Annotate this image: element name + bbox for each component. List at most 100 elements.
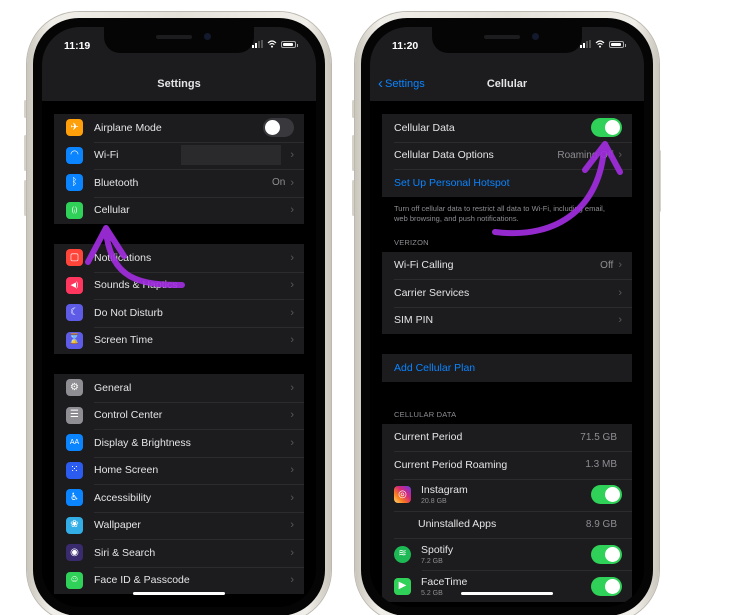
nav-bar: ‹ Settings Cellular	[370, 67, 644, 101]
carrier-row-carrier-services[interactable]: Carrier Services ›	[382, 279, 632, 307]
settings-group-connectivity: ✈ Airplane Mode ◠ Wi-Fi › ᛒ Bluetooth On › (ᵢ) Cel…	[54, 114, 304, 224]
settings-row-airplane-mode[interactable]: ✈ Airplane Mode	[54, 114, 304, 142]
notifications-icon: ▢	[66, 249, 83, 267]
settings-row-control-center[interactable]: ☰ Control Center ›	[54, 401, 304, 430]
row-label: Bluetooth	[94, 176, 139, 189]
row-value: 8.9 GB	[585, 518, 617, 530]
chevron-right-icon: ›	[290, 519, 294, 532]
row-label: Wi-Fi	[94, 149, 119, 162]
section-header-cellular-data: CELLULAR DATA	[394, 409, 457, 419]
row-label: Screen Time	[94, 334, 153, 347]
instagram-icon: ◎	[394, 486, 411, 503]
row-label: Cellular Data	[394, 121, 455, 134]
row-label: Display & Brightness	[94, 436, 191, 449]
settings-row-face-id-passcode[interactable]: ☺ Face ID & Passcode ›	[54, 566, 304, 595]
chevron-right-icon: ›	[618, 314, 622, 327]
siri-icon: ◉	[66, 544, 83, 562]
cellular-data-options-row[interactable]: Cellular Data Options Roaming Off ›	[382, 141, 632, 170]
settings-row-home-screen[interactable]: ⁙ Home Screen ›	[54, 456, 304, 485]
page-title: Cellular	[486, 78, 528, 90]
home-indicator[interactable]	[461, 592, 553, 595]
row-label: Home Screen	[94, 464, 159, 477]
chevron-right-icon: ›	[618, 286, 622, 299]
row-label: Control Center	[94, 409, 163, 422]
airplane-icon: ✈	[66, 119, 83, 137]
row-label: Wallpaper	[94, 519, 141, 532]
page-title: Settings	[157, 78, 201, 90]
back-button[interactable]: ‹ Settings	[378, 67, 425, 101]
cellular-group-main: Cellular Data Cellular Data Options Roam…	[382, 114, 632, 197]
row-label: Do Not Disturb	[94, 306, 163, 319]
settings-row-screen-time[interactable]: ⌛ Screen Time ›	[54, 326, 304, 355]
home-indicator[interactable]	[133, 592, 225, 595]
usage-row-uninstalled-apps: Uninstalled Apps 8.9 GB	[382, 510, 632, 539]
spotify-cellular-toggle[interactable]	[591, 544, 622, 564]
settings-row-wi-fi[interactable]: ◠ Wi-Fi ›	[54, 141, 304, 170]
cellular-data-toggle[interactable]	[591, 118, 622, 138]
app-name: Instagram	[421, 484, 468, 496]
chevron-right-icon: ›	[290, 436, 294, 449]
row-label: Airplane Mode	[94, 121, 162, 134]
chevron-right-icon: ›	[290, 204, 294, 217]
chevron-right-icon: ›	[290, 464, 294, 477]
row-label: Set Up Personal Hotspot	[394, 176, 510, 189]
app-name: FaceTime	[421, 575, 468, 588]
chevron-right-icon: ›	[618, 149, 622, 162]
row-label: Face ID & Passcode	[94, 574, 190, 587]
row-label: Current Period Roaming	[394, 458, 508, 471]
chevron-right-icon: ›	[290, 149, 294, 162]
settings-row-cellular[interactable]: (ᵢ) Cellular ›	[54, 196, 304, 225]
left-phone: 11:19 Settings ✈ Airplane Mode ◠ Wi-Fi ›…	[27, 12, 331, 615]
settings-row-display-brightness[interactable]: AA Display & Brightness ›	[54, 429, 304, 457]
row-label: Siri & Search	[94, 546, 156, 559]
wifi-status-icon	[595, 40, 605, 48]
row-label: Sounds & Haptics	[94, 279, 178, 292]
row-label: Current Period	[394, 431, 463, 444]
redacted-wifi-name	[181, 145, 282, 166]
add-cellular-plan-link[interactable]: Add Cellular Plan	[382, 354, 632, 382]
app-name: Spotify	[421, 543, 454, 556]
settings-row-siri-search[interactable]: ◉ Siri & Search ›	[54, 539, 304, 567]
battery-icon	[281, 40, 298, 48]
app-usage-row-facetime: ▶ FaceTime 5.2 GB	[382, 570, 632, 602]
right-phone: 11:20 ‹ Settings Cellular Cellular Data …	[355, 12, 659, 615]
row-value: Roaming Off	[557, 149, 614, 161]
face-id-icon: ☺	[66, 571, 83, 589]
row-label: Accessibility	[94, 491, 152, 504]
row-value: 1.3 MB	[585, 459, 617, 471]
settings-row-do-not-disturb[interactable]: ☾ Do Not Disturb ›	[54, 299, 304, 327]
display-icon: AA	[66, 434, 83, 452]
carrier-row-wi-fi-calling[interactable]: Wi-Fi Calling Off ›	[382, 252, 632, 280]
row-label: Carrier Services	[394, 286, 470, 299]
app-usage-row-spotify: ≋ Spotify 7.2 GB	[382, 538, 632, 570]
chevron-right-icon: ›	[290, 334, 294, 347]
notch	[432, 27, 582, 53]
battery-icon	[609, 40, 626, 48]
facetime-icon: ▶	[394, 577, 411, 595]
row-label: Cellular	[94, 204, 130, 217]
signal-icon	[580, 40, 591, 48]
cellular-data-row[interactable]: Cellular Data	[382, 114, 632, 142]
cellular-list: Cellular Data Cellular Data Options Roam…	[370, 101, 644, 607]
notch	[104, 27, 254, 53]
instagram-cellular-toggle[interactable]	[591, 485, 622, 504]
cellular-screen: 11:20 ‹ Settings Cellular Cellular Data …	[370, 27, 644, 607]
status-time: 11:20	[392, 40, 419, 52]
settings-row-sounds-haptics[interactable]: ◀) Sounds & Haptics ›	[54, 271, 304, 300]
settings-list: ✈ Airplane Mode ◠ Wi-Fi › ᛒ Bluetooth On › (ᵢ) Cel…	[42, 101, 316, 607]
row-label: SIM PIN	[394, 314, 434, 327]
facetime-cellular-toggle[interactable]	[591, 576, 622, 596]
control-center-icon: ☰	[66, 406, 83, 424]
nav-bar: Settings	[42, 67, 316, 101]
airplane-mode-toggle[interactable]	[263, 118, 294, 138]
settings-row-general[interactable]: ⚙ General ›	[54, 374, 304, 402]
row-label: Wi-Fi Calling	[394, 259, 454, 272]
settings-row-bluetooth[interactable]: ᛒ Bluetooth On ›	[54, 169, 304, 197]
settings-row-notifications[interactable]: ▢ Notifications ›	[54, 244, 304, 272]
settings-row-accessibility[interactable]: ♿ Accessibility ›	[54, 484, 304, 512]
carrier-row-sim-pin[interactable]: SIM PIN ›	[382, 306, 632, 335]
settings-group-notifications: ▢ Notifications › ◀) Sounds & Haptics › ☾ Do No…	[54, 244, 304, 354]
settings-row-wallpaper[interactable]: ❀ Wallpaper ›	[54, 511, 304, 540]
moon-icon: ☾	[66, 304, 83, 322]
personal-hotspot-link[interactable]: Set Up Personal Hotspot	[382, 169, 632, 197]
